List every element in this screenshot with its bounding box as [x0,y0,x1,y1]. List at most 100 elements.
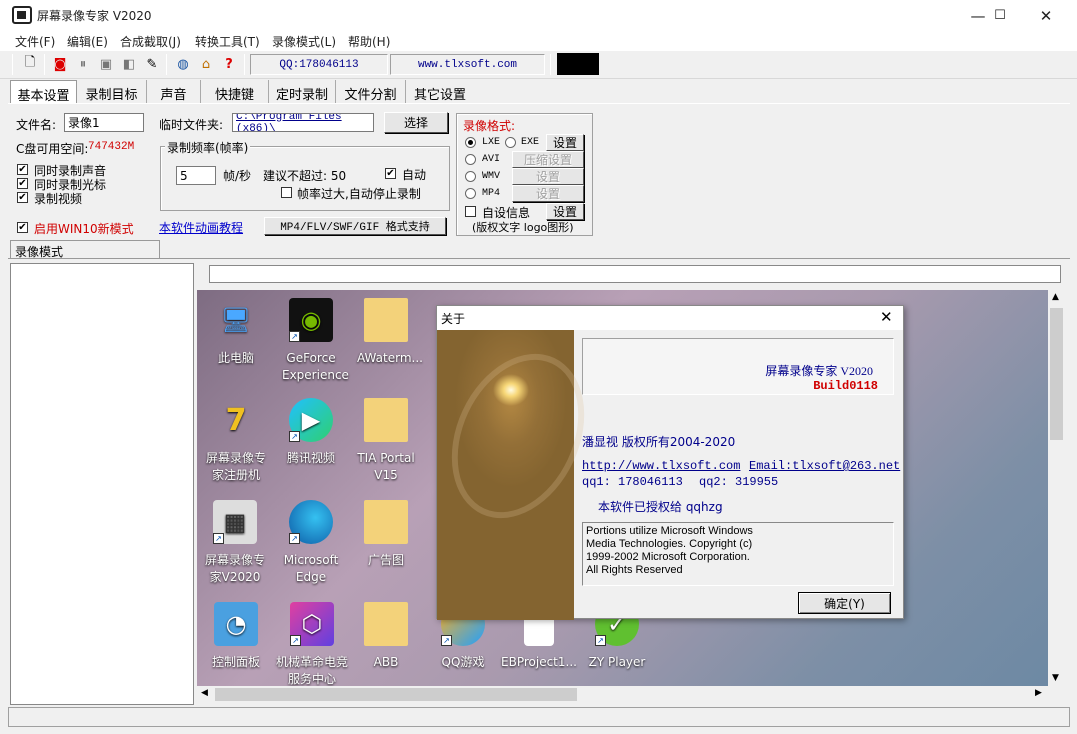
keygen-icon: 7 [225,402,247,438]
custom-info-checkbox[interactable] [465,206,476,217]
preview-vertical-scrollbar[interactable]: ▲ ▼ [1048,290,1065,686]
desktop-icon-abb[interactable]: ABB [357,602,415,671]
about-title-bar: 关于 ✕ [437,306,903,330]
scroll-up-arrow-icon[interactable]: ▲ [1052,292,1059,302]
scroll-down-arrow-icon[interactable]: ▼ [1052,673,1059,683]
disk-space-value: 747432M [88,141,135,153]
tab-split[interactable]: 文件分割 [336,80,406,104]
new-file-icon[interactable]: 🗋 [20,53,40,75]
desktop-icon-ad-images[interactable]: 广告图 [357,500,415,569]
preview-horizontal-scrollbar[interactable]: ◀ ▶ [197,686,1048,703]
fps-unit: 帧/秒 [223,169,252,183]
format-mp4-radio[interactable] [465,188,476,199]
tab-sound[interactable]: 声音 [147,80,201,104]
record-icon[interactable]: ◙ [50,53,70,75]
checkbox-check-icon: ✔ [17,163,28,175]
format-exe-radio[interactable] [505,137,516,148]
close-button[interactable]: ✕ [1023,0,1069,31]
about-close-icon[interactable]: ✕ [880,308,893,326]
help-icon[interactable]: ? [219,53,239,75]
desktop-icon-tencent-video[interactable]: ▶ ↗ 腾讯视频 [282,398,340,467]
color-indicator [557,53,599,75]
format-wmv-radio[interactable] [465,171,476,182]
record-cursor-checkbox[interactable]: ✔ [17,178,28,189]
menu-edit[interactable]: 编辑(E) [67,33,108,50]
auto-stop-checkbox[interactable] [281,187,292,198]
exe-settings-button[interactable]: 设置 [546,134,584,151]
format-lxe-radio[interactable] [465,137,476,148]
folder-icon [364,398,408,442]
desktop-icon-recorder[interactable]: ▦ ↗ 屏幕录像专家V2020 [200,500,270,586]
about-title: 关于 [441,312,466,326]
desktop-icon-geforce[interactable]: ◉ ↗ GeForce Experience [282,298,349,384]
compress-settings-button[interactable]: 压缩设置 [512,151,584,168]
desktop-icon-awatermark[interactable]: AWaterm... [357,298,423,367]
choose-folder-button[interactable]: 选择 [384,112,448,133]
desktop-icon-label: QQ游戏 [441,655,485,669]
auto-fps-checkbox[interactable]: ✔ [385,168,396,179]
menu-record-mode[interactable]: 录像模式(L) [272,33,336,50]
record-sound-checkbox[interactable]: ✔ [17,164,28,175]
tutorial-link[interactable]: 本软件动画教程 [159,219,243,236]
tab-basic[interactable]: 基本设置 [10,80,77,104]
desktop-icon-control-panel[interactable]: ◔ 控制面板 [205,602,267,671]
filename-input[interactable]: 录像1 [64,113,144,132]
custom-info-settings-button[interactable]: 设置 [546,203,584,220]
maximize-button[interactable]: ☐ [977,0,1023,31]
menu-convert[interactable]: 转换工具(T) [195,33,260,50]
temp-folder-input[interactable]: C:\Program Files (x86)\ [232,113,374,132]
fps-suggestion: 建议不超过: 50 [263,169,347,183]
website-field[interactable]: www.tlxsoft.com [390,54,545,75]
tab-other[interactable]: 其它设置 [406,80,474,104]
desktop-icon-label: GeForce Experience [282,351,349,382]
radio-selected-icon [465,137,476,148]
format-support-button[interactable]: MP4/FLV/SWF/GIF 格式支持 [264,217,446,235]
scroll-right-arrow-icon[interactable]: ▶ [1035,688,1042,698]
fps-group-title: 录制频率(帧率) [165,139,251,156]
email-link[interactable]: Email:tlxsoft@263.net [749,459,900,473]
desktop-icon-mechrevo[interactable]: ⬡ ↗ 机械革命电竞服务中心 [272,602,352,686]
menu-bar: 文件(F) 编辑(E) 合成截取(J) 转换工具(T) 录像模式(L) 帮助(H… [0,31,1077,51]
qq-field: QQ:178046113 [250,54,388,75]
recorder-icon: ▦ ↗ [213,500,257,544]
format-avi-radio[interactable] [465,154,476,165]
record-mode-list[interactable] [10,263,194,705]
scroll-thumb[interactable] [215,688,577,701]
website-link[interactable]: http://www.tlxsoft.com [582,459,740,473]
pause-icon[interactable]: ⏸ [73,53,93,75]
mp4-settings-button[interactable]: 设置 [512,185,584,202]
wmv-settings-button[interactable]: 设置 [512,168,584,185]
ms-notice-line: All Rights Reserved [586,564,683,576]
globe-icon[interactable]: ◍ [173,53,193,75]
radio-empty-icon [465,188,476,199]
desktop-icon-this-pc[interactable]: 🖥 此电脑 [207,298,265,367]
desktop-icon-edge[interactable]: ↗ Microsoft Edge [282,500,340,586]
tab-target[interactable]: 录制目标 [77,80,147,104]
about-dialog: 关于 ✕ 屏幕录像专家 V2020 Build0118 潘显视 版权所有2004… [436,305,904,620]
radio-empty-icon [465,171,476,182]
menu-file[interactable]: 文件(F) [15,33,55,50]
ok-button[interactable]: 确定(Y) [798,592,891,614]
auto-fps-label: 自动 [402,168,427,182]
record-video-checkbox[interactable]: ✔ [17,192,28,203]
tencent-video-icon: ▶ ↗ [289,398,333,442]
tab-schedule[interactable]: 定时录制 [269,80,336,104]
gift-icon[interactable]: ⌂ [196,53,216,75]
scroll-thumb[interactable] [1050,308,1063,440]
menu-help[interactable]: 帮助(H) [348,33,390,50]
menu-compose[interactable]: 合成截取(J) [120,33,181,50]
record-mode-tab[interactable]: 录像模式 [10,240,160,259]
custom-info-note: (版权文字 logo图形) [472,221,574,234]
ms-notice-line: Portions utilize Microsoft Windows [586,525,753,537]
stop-icon[interactable]: ▣ [96,53,116,75]
win10-mode-checkbox[interactable]: ✔ [17,222,28,233]
fps-input[interactable]: 5 [176,166,216,185]
status-bar [8,707,1070,727]
desktop-icon-keygen[interactable]: 7 屏幕录像专家注册机 [205,398,267,484]
scroll-left-arrow-icon[interactable]: ◀ [201,688,208,698]
camera-icon[interactable]: ◧ [119,53,139,75]
timeline-ruler[interactable] [209,265,1061,283]
pen-icon[interactable]: ✎ [142,53,162,75]
tab-hotkey[interactable]: 快捷键 [201,80,269,104]
desktop-icon-tia-portal[interactable]: TIA Portal V15 [357,398,415,484]
